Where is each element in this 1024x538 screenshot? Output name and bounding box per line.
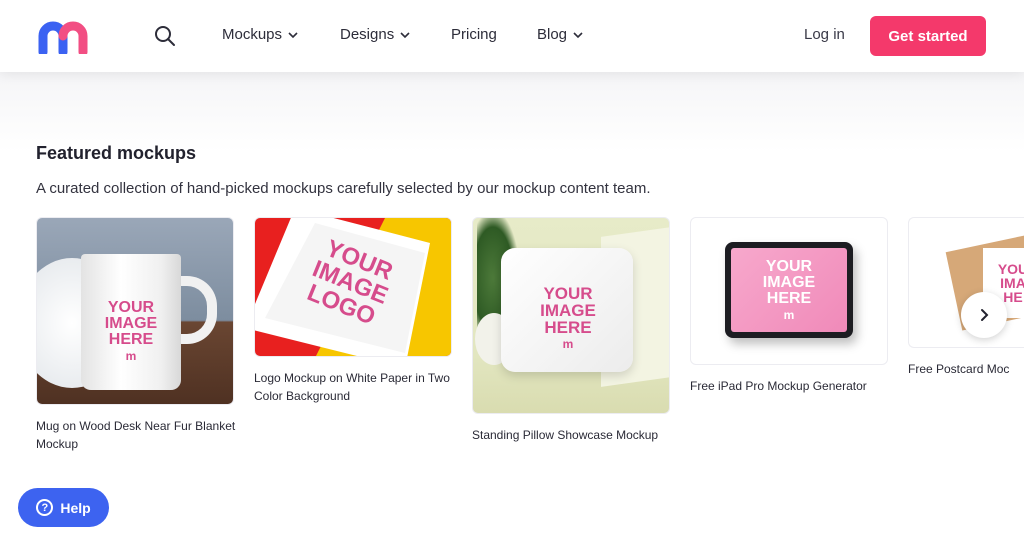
placeholder-line: HERE bbox=[766, 290, 812, 307]
mockup-card-postcard[interactable]: YOU IMA HE Free Postcard Moc bbox=[908, 217, 1024, 378]
section-title: Featured mockups bbox=[36, 143, 197, 163]
placeholder-line: IMAGE bbox=[762, 274, 816, 291]
mockup-card-logo-paper[interactable]: YOUR IMAGE LOGO Logo Mockup on White Pap… bbox=[254, 217, 454, 405]
placeholder-line: YOUR bbox=[107, 299, 155, 316]
placeholder-logo-mark: m bbox=[562, 336, 574, 351]
placeholder-logo-mark: m bbox=[125, 349, 137, 363]
section-subtitle: A curated collection of hand-picked mock… bbox=[36, 180, 651, 197]
mockup-card-ipad[interactable]: YOUR IMAGE HERE m Free iPad Pro Mockup G… bbox=[690, 217, 890, 395]
placeholder-line: IMAGE bbox=[104, 315, 158, 332]
image-placeholder: YOUR IMAGE HERE m bbox=[731, 248, 847, 332]
pillow-thumbnail: YOUR IMAGE HERE m bbox=[472, 217, 670, 414]
chevron-down-icon bbox=[400, 31, 410, 38]
mockup-card-caption: Mug on Wood Desk Near Fur Blanket Mockup bbox=[36, 419, 236, 451]
help-button[interactable]: ? Help bbox=[18, 488, 109, 527]
placeholder-line: IMAGE bbox=[540, 300, 596, 320]
get-started-button[interactable]: Get started bbox=[870, 16, 986, 56]
mockup-card-caption: Free iPad Pro Mockup Generator bbox=[690, 379, 867, 393]
nav-blog-label: Blog bbox=[537, 26, 568, 43]
header-shadow-band bbox=[0, 72, 1024, 152]
mockup-card-caption: Standing Pillow Showcase Mockup bbox=[472, 428, 659, 442]
help-label: Help bbox=[60, 499, 91, 516]
placeholder-line: YOU bbox=[997, 261, 1024, 277]
placeholder-line: HE bbox=[1003, 289, 1023, 305]
chevron-down-icon bbox=[573, 31, 583, 38]
carousel-next-button[interactable] bbox=[961, 292, 1007, 338]
placeholder-line: IMA bbox=[1000, 275, 1024, 291]
mockup-card-caption: Logo Mockup on White Paper in Two Color … bbox=[254, 371, 450, 403]
top-navigation-bar: Mockups Designs Pricing Blog Log in Get … bbox=[0, 0, 1024, 72]
mockup-card-pillow[interactable]: YOUR IMAGE HERE m Standing Pillow Showca… bbox=[472, 217, 672, 444]
nav-designs[interactable]: Designs bbox=[340, 26, 410, 43]
image-placeholder: YOUR IMAGE HERE m bbox=[91, 299, 171, 363]
placeholder-line: YOUR bbox=[543, 283, 593, 303]
placeholder-line: HERE bbox=[108, 331, 154, 348]
logo-paper-thumbnail: YOUR IMAGE LOGO bbox=[254, 217, 452, 357]
logo-m-icon[interactable] bbox=[37, 20, 99, 54]
search-icon[interactable] bbox=[154, 25, 176, 47]
mockup-card-mug[interactable]: YOUR IMAGE HERE m Mug on Wood Desk Near … bbox=[36, 217, 236, 453]
mug-thumbnail: YOUR IMAGE HERE m bbox=[36, 217, 234, 405]
nav-designs-label: Designs bbox=[340, 26, 395, 43]
chevron-right-icon bbox=[981, 309, 989, 321]
nav-pricing-label: Pricing bbox=[451, 26, 497, 43]
mockup-card-caption: Free Postcard Moc bbox=[908, 362, 1010, 376]
placeholder-logo-mark: m bbox=[783, 308, 795, 322]
placeholder-line: YOUR bbox=[765, 258, 813, 275]
chevron-down-icon bbox=[288, 31, 298, 38]
nav-blog[interactable]: Blog bbox=[537, 26, 583, 43]
ipad-thumbnail: YOUR IMAGE HERE m bbox=[690, 217, 888, 365]
login-link[interactable]: Log in bbox=[804, 26, 845, 43]
nav-mockups-label: Mockups bbox=[222, 26, 283, 43]
placeholder-line: HERE bbox=[544, 317, 592, 337]
help-question-icon: ? bbox=[36, 499, 54, 516]
nav-mockups[interactable]: Mockups bbox=[222, 26, 298, 43]
image-placeholder: YOUR IMAGE HERE m bbox=[525, 284, 611, 350]
nav-pricing[interactable]: Pricing bbox=[451, 26, 497, 43]
